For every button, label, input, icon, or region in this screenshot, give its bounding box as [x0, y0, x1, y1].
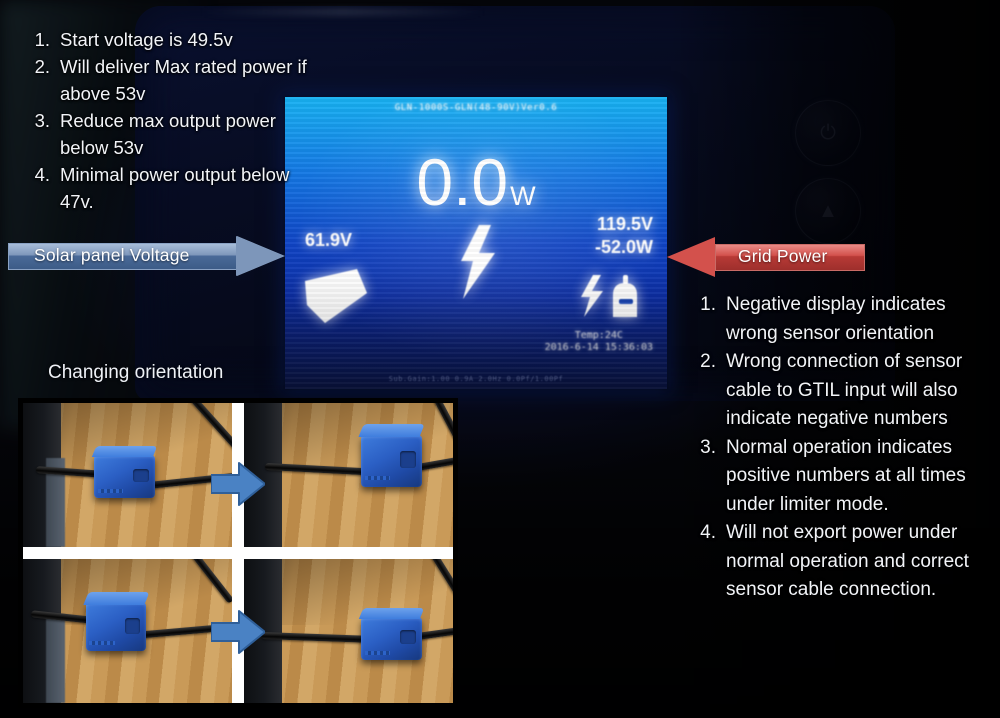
solar-panel-icon — [305, 269, 367, 323]
photo-gap-horizontal — [23, 547, 453, 559]
callout-solar-panel-voltage: Solar panel Voltage — [8, 236, 286, 276]
list-item-number: 4. — [700, 522, 716, 543]
ct-cable-slot — [399, 451, 416, 468]
ct-cable-slot — [132, 468, 149, 483]
lcd-grid-readouts: 119.5V -52.0W — [595, 213, 653, 259]
lcd-grid-voltage: 119.5V — [596, 214, 653, 234]
ct-cable-slot — [399, 630, 416, 645]
ct-ribs — [364, 476, 391, 481]
list-item-number: 2. — [700, 351, 716, 372]
list-item: 4. Will not export power under normal op… — [692, 519, 992, 605]
arrow-left-icon — [667, 237, 715, 277]
lcd-timestamp: 2016-6-14 15:36:03 — [544, 342, 653, 353]
photo-bottom-right — [244, 559, 453, 703]
list-item: 3. Reduce max output power below 53v — [24, 107, 324, 161]
callout-label: Solar panel Voltage — [34, 244, 190, 265]
list-item: 2. Will deliver Max rated power if above… — [24, 53, 324, 107]
screenshot-stage: ⏻ ▲ GLN-1000S-GLN(48-90V)Ver0.6 0.0W 61.… — [0, 0, 1000, 718]
list-item-text: Negative display indicates wrong sensor … — [726, 294, 946, 344]
list-item-text: Start voltage is 49.5v — [60, 29, 233, 50]
list-item-text: Normal operation indicates positive numb… — [726, 436, 966, 515]
lcd-grid-power: -52.0W — [594, 237, 653, 257]
device-bezel-highlight — [200, 8, 485, 16]
ct-top-face — [91, 446, 157, 458]
floor-shadow — [261, 559, 453, 626]
lcd-output-power-value: 0.0 — [416, 145, 509, 219]
list-item-text: Reduce max output power below 53v — [60, 110, 276, 158]
list-item: 2. Wrong connection of sensor cable to G… — [692, 348, 992, 434]
lcd-model-header: GLN-1000S-GLN(48-90V)Ver0.6 — [394, 103, 558, 113]
list-item-text: Will deliver Max rated power if above 53… — [60, 56, 307, 104]
list-item: 3. Normal operation indicates positive n… — [692, 434, 992, 520]
list-item-text: Minimal power output below 47v. — [60, 164, 290, 212]
lightning-bolt-icon — [461, 225, 495, 299]
arrow-right-icon — [211, 610, 265, 654]
ct-top-face — [358, 424, 425, 438]
ct-top-face — [83, 592, 149, 606]
ct-ribs — [364, 651, 391, 655]
lcd-temperature: Temp:24C — [574, 330, 623, 341]
list-item-number: 1. — [700, 294, 716, 315]
lcd-output-power-unit: W — [510, 181, 536, 211]
list-item-number: 3. — [700, 436, 716, 458]
list-item-text: Will not export power under normal opera… — [726, 522, 969, 600]
callout-grid-power: Grid Power — [667, 237, 865, 277]
ct-clamp-sensor — [83, 592, 149, 652]
left-note-list: 1. Start voltage is 49.5v 2. Will delive… — [24, 26, 324, 215]
lcd-pv-voltage: 61.9V — [305, 230, 353, 250]
ct-clamp-sensor — [358, 607, 424, 660]
ct-clamp-sensor — [358, 424, 425, 487]
callout-label: Grid Power — [738, 245, 828, 266]
photo-top-left — [23, 403, 232, 547]
list-item-number: 3. — [34, 110, 50, 131]
caption-changing-orientation: Changing orientation — [48, 362, 224, 383]
list-item: 4. Minimal power output below 47v. — [24, 161, 324, 215]
list-item-text: Wrong connection of sensor cable to GTIL… — [726, 351, 963, 429]
ct-cable-slot — [124, 617, 141, 634]
photo-top-right — [244, 403, 453, 547]
arrow-right-icon — [236, 236, 284, 276]
grid-load-icon — [581, 275, 637, 317]
pipe — [45, 613, 65, 703]
arrow-right-icon — [211, 462, 265, 506]
list-item: 1. Start voltage is 49.5v — [24, 26, 324, 53]
floor-shadow — [261, 403, 453, 470]
ct-sensor-orientation-photos — [18, 398, 458, 708]
lcd-fine-print: Sub.Gain:1.00 0.9A 2.0Hz 0.0Pf/1.00Pf — [388, 375, 564, 383]
right-note-list: 1. Negative display indicates wrong sens… — [692, 291, 992, 605]
photo-bottom-left — [23, 559, 232, 703]
ct-top-face — [358, 607, 424, 620]
photo-grid — [23, 403, 453, 703]
inverter-lcd-screen: GLN-1000S-GLN(48-90V)Ver0.6 0.0W 61.9V 1… — [285, 97, 667, 389]
list-item-number: 2. — [34, 56, 50, 77]
list-item-number: 4. — [34, 164, 50, 185]
ct-clamp-sensor — [91, 446, 157, 499]
ct-ribs — [97, 489, 124, 493]
list-item: 1. Negative display indicates wrong sens… — [692, 291, 992, 348]
ct-ribs — [89, 641, 115, 646]
list-item-number: 1. — [34, 29, 50, 50]
lcd-status-footer: Temp:24C 2016-6-14 15:36:03 — [545, 330, 653, 354]
